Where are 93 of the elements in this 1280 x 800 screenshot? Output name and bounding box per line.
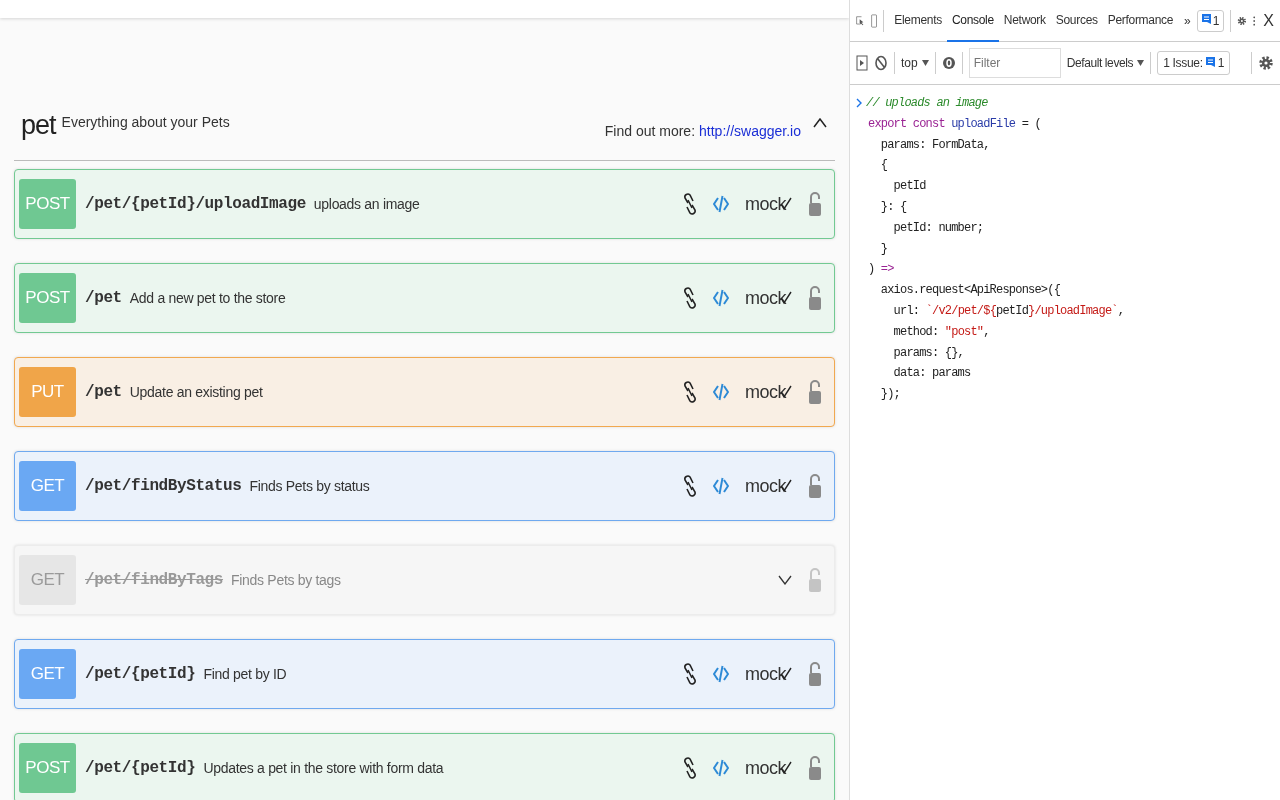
- code-line: });: [879, 386, 901, 404]
- operation-row[interactable]: GET /pet/findByStatus Finds Pets by status mock: [14, 451, 835, 521]
- lock-icon[interactable]: [808, 473, 822, 499]
- tag-name[interactable]: pet: [21, 109, 56, 141]
- issues-badge[interactable]: 1: [1196, 9, 1225, 32]
- link-icon[interactable]: [683, 380, 697, 404]
- code-line: }: {: [879, 199, 908, 216]
- operation-summary: Finds Pets by tags: [231, 572, 341, 588]
- operation-path: /pet: [85, 289, 122, 307]
- code-line: url: `/v2/pet/${petId}/uploadImage`,: [892, 302, 1126, 320]
- lock-icon[interactable]: [808, 191, 822, 217]
- chevron-up-icon[interactable]: [813, 118, 827, 128]
- prompt-icon: [856, 98, 862, 109]
- tag-description: Everything about your Pets: [61, 114, 230, 130]
- external-link[interactable]: http://swagger.io: [699, 123, 801, 139]
- code-line: data: params: [892, 365, 972, 383]
- mock-toggle[interactable]: mock: [745, 193, 786, 215]
- mock-toggle[interactable]: mock: [745, 757, 786, 779]
- link-icon[interactable]: [683, 474, 697, 498]
- link-icon[interactable]: [683, 192, 697, 216]
- method-badge: GET: [19, 649, 76, 699]
- code-line: ) =>: [867, 261, 895, 279]
- eye-icon[interactable]: [941, 56, 956, 70]
- code-icon[interactable]: [713, 287, 729, 309]
- method-badge: POST: [19, 743, 76, 793]
- issues-button[interactable]: 1 Issue: 1: [1157, 51, 1231, 75]
- mock-toggle[interactable]: mock: [745, 475, 786, 497]
- operation-row[interactable]: GET /pet/{petId} Find pet by ID mock: [14, 639, 835, 709]
- code-icon[interactable]: [713, 757, 729, 779]
- lock-icon[interactable]: [808, 379, 822, 405]
- operation-summary: Finds Pets by status: [249, 478, 370, 494]
- code-line: }: [879, 240, 889, 258]
- message-icon: [1201, 14, 1211, 27]
- devtools-tab[interactable]: Elements: [889, 0, 947, 42]
- find-out-more-label: Find out more:: [604, 123, 696, 139]
- operation-row[interactable]: POST /pet/{petId}/uploadImage uploads an image mock: [14, 169, 835, 239]
- caret-icon: [921, 60, 929, 66]
- code-icon[interactable]: [713, 475, 729, 497]
- code-icon[interactable]: [713, 381, 729, 403]
- settings-icon[interactable]: [1258, 55, 1274, 71]
- message-icon: [1205, 56, 1215, 70]
- clear-console-icon[interactable]: [874, 55, 888, 71]
- context-dropdown[interactable]: top: [901, 56, 929, 70]
- code-line: export const uploadFile = (: [867, 115, 1042, 133]
- operation-path: /pet: [85, 383, 122, 401]
- mock-toggle[interactable]: mock: [745, 663, 786, 685]
- lock-icon[interactable]: [808, 755, 822, 781]
- lock-icon[interactable]: [808, 661, 822, 687]
- operation-path: /pet/{petId}: [85, 759, 196, 777]
- method-badge: PUT: [19, 367, 76, 417]
- devtools-tab[interactable]: Performance: [1102, 0, 1179, 42]
- code-line: params: FormData,: [879, 136, 991, 154]
- log-levels-dropdown[interactable]: Default levels: [1066, 56, 1145, 70]
- method-badge: POST: [19, 273, 76, 323]
- operation-row[interactable]: POST /pet/{petId} Updates a pet in the store with form data mock: [14, 733, 835, 800]
- code-line: petId: [892, 178, 927, 196]
- link-icon[interactable]: [683, 662, 697, 686]
- filter-field[interactable]: Filter: [968, 48, 1061, 78]
- code-line: petId: number;: [892, 219, 985, 237]
- operation-summary: Update an existing pet: [129, 384, 263, 400]
- operation-summary: Add a new pet to the store: [129, 290, 286, 306]
- method-badge: POST: [19, 179, 76, 229]
- code-line: params: {},: [892, 344, 966, 362]
- devtools-tab[interactable]: Sources: [1050, 0, 1103, 42]
- code-icon[interactable]: [713, 663, 729, 685]
- code-line: {: [879, 157, 889, 175]
- caret-icon: [1137, 60, 1145, 66]
- close-button[interactable]: X: [1263, 11, 1274, 30]
- operation-row[interactable]: POST /pet Add a new pet to the store mock: [14, 263, 835, 333]
- lock-icon[interactable]: [808, 285, 822, 311]
- operation-row[interactable]: PUT /pet Update an existing pet mock: [14, 357, 835, 427]
- code-line: axios.request<ApiResponse>({: [879, 282, 1062, 300]
- operation-summary: uploads an image: [313, 196, 420, 212]
- operation-path: /pet/{petId}/uploadImage: [85, 195, 306, 213]
- code-comment: // uploads an image: [866, 95, 988, 112]
- mock-toggle[interactable]: mock: [745, 381, 786, 403]
- operation-path: /pet/{petId}: [85, 665, 196, 683]
- code-icon[interactable]: [713, 193, 729, 215]
- operation-summary: Find pet by ID: [203, 666, 287, 682]
- code-line: method: "post",: [892, 323, 991, 341]
- operation-summary: Updates a pet in the store with form data: [203, 760, 444, 776]
- more-tabs-button[interactable]: »: [1184, 13, 1191, 28]
- devtools-tab[interactable]: Network: [998, 0, 1051, 42]
- mock-toggle[interactable]: mock: [745, 287, 786, 309]
- method-badge: GET: [19, 555, 76, 605]
- sidebar-toggle-icon[interactable]: [856, 55, 868, 71]
- method-badge: GET: [19, 461, 76, 511]
- link-icon[interactable]: [683, 756, 697, 780]
- devtools-tab[interactable]: Console: [946, 0, 999, 42]
- link-icon[interactable]: [683, 286, 697, 310]
- operation-path: /pet/findByStatus: [85, 477, 242, 495]
- chevron-down-icon[interactable]: [778, 575, 792, 585]
- operation-path: /pet/findByTags: [85, 571, 224, 589]
